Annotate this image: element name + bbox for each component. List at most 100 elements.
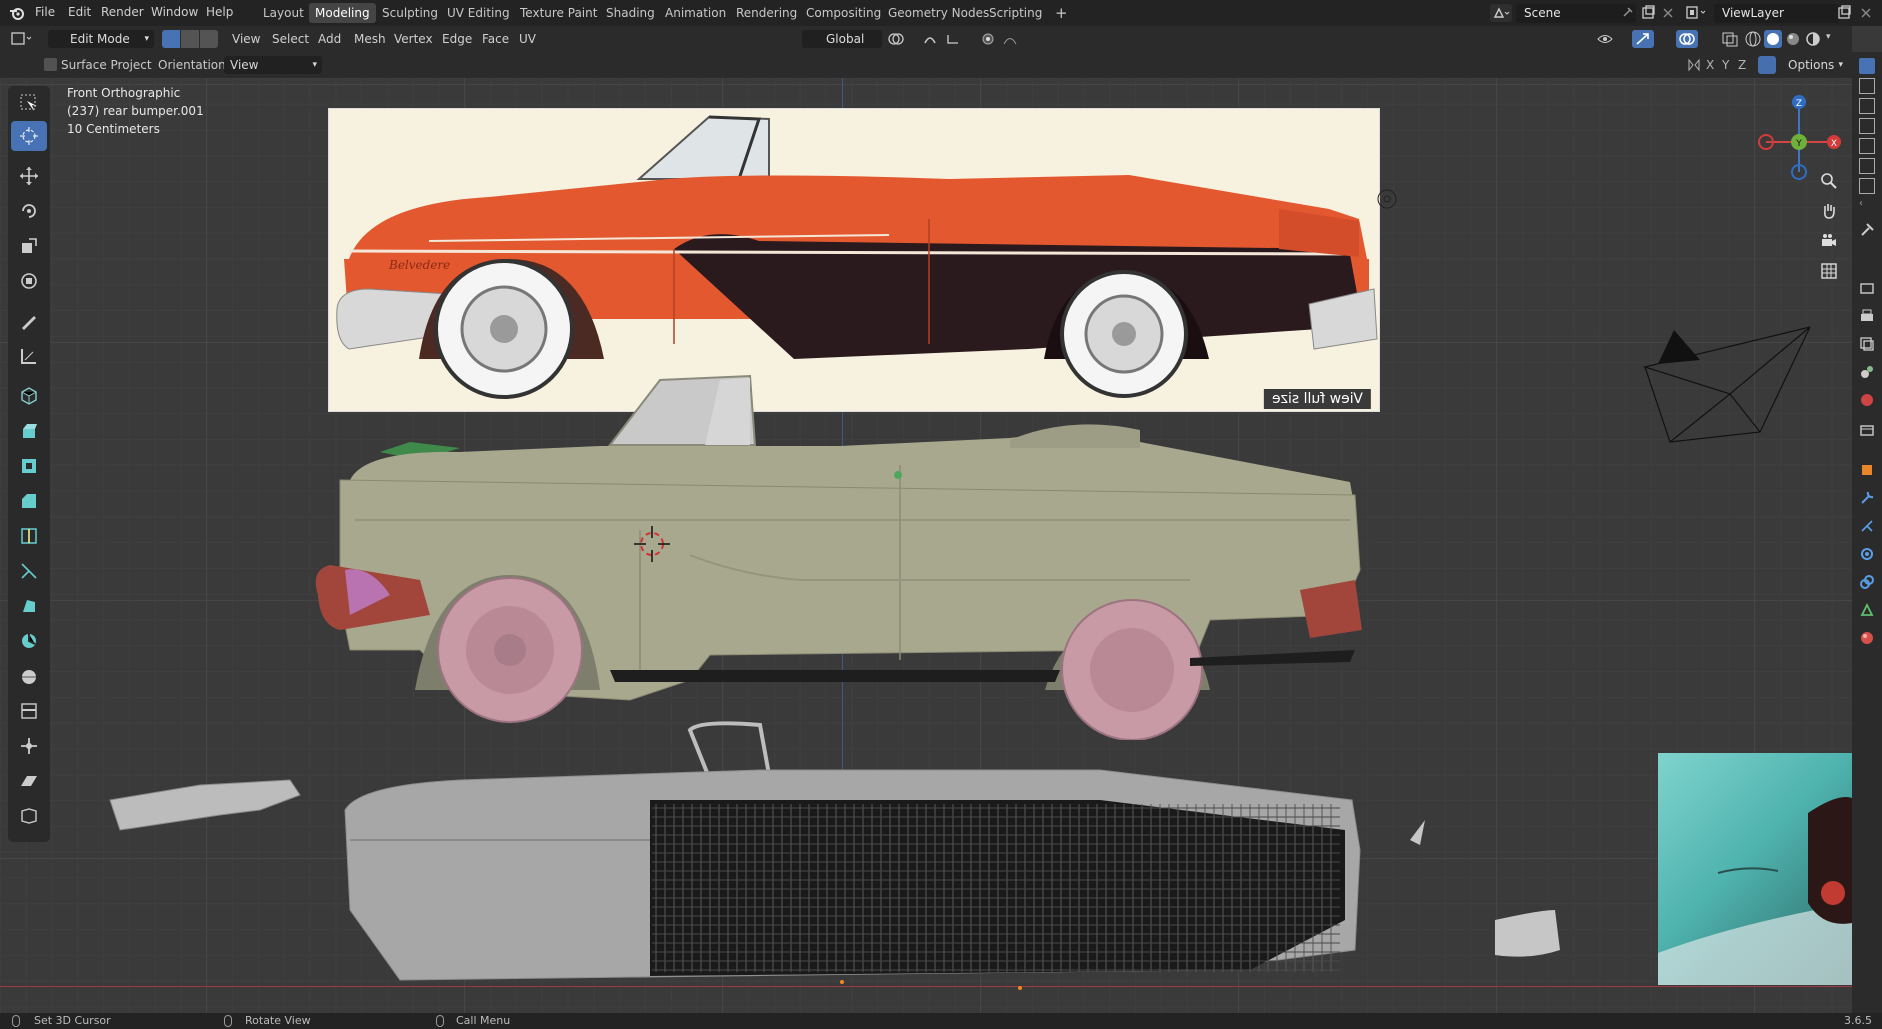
tab-geometry-nodes[interactable]: Geometry Nodes [882, 3, 995, 23]
new-scene-icon[interactable] [1640, 5, 1656, 21]
menu-view[interactable]: View [232, 30, 260, 48]
zoom-icon[interactable] [1818, 170, 1840, 192]
render-properties-icon[interactable] [1859, 280, 1875, 296]
select-box-tool[interactable] [11, 88, 47, 118]
gizmo-toggle-icon[interactable] [1632, 30, 1654, 48]
tab-modeling[interactable]: Modeling [309, 3, 376, 23]
menu-window[interactable]: Window [151, 5, 198, 19]
pin-icon[interactable] [1620, 6, 1634, 20]
pan-hand-icon[interactable] [1818, 200, 1840, 222]
orientation-dropdown[interactable]: View ▾ [224, 56, 322, 74]
physics-properties-icon[interactable] [1859, 546, 1875, 562]
pivot-point-icon[interactable] [886, 31, 916, 47]
proportional-editing-icon[interactable] [980, 31, 1030, 47]
inset-faces-tool[interactable] [11, 451, 47, 481]
extrude-tool[interactable] [11, 416, 47, 446]
render-layer-icon[interactable] [1859, 138, 1875, 154]
add-cube-tool[interactable] [11, 381, 47, 411]
xray-toggle-icon[interactable] [1720, 30, 1740, 48]
transform-orientation-dropdown[interactable]: Global [802, 30, 882, 48]
object-properties-icon[interactable] [1859, 462, 1875, 478]
scale-tool[interactable] [11, 231, 47, 261]
tab-sculpting[interactable]: Sculpting [376, 3, 444, 23]
render-layer-icon[interactable] [1859, 118, 1875, 134]
view-layer-field[interactable]: ViewLayer [1714, 4, 1840, 23]
mirror-z-button[interactable]: Z [1738, 56, 1746, 74]
poly-build-tool[interactable] [11, 591, 47, 621]
add-workspace-button[interactable]: + [1049, 3, 1074, 23]
3d-viewport[interactable]: Front Orthographic (237) rear bumper.001… [0, 52, 1852, 1013]
camera-object[interactable] [1640, 322, 1830, 452]
render-layer-icon[interactable] [1859, 98, 1875, 114]
particle-properties-icon[interactable] [1859, 518, 1875, 534]
scene-name-field[interactable]: Scene [1516, 4, 1636, 23]
camera-view-icon[interactable] [1818, 230, 1840, 252]
tab-texture-paint[interactable]: Texture Paint [514, 3, 603, 23]
tab-scripting[interactable]: Scripting [983, 3, 1048, 23]
view-layer-icon[interactable] [1684, 4, 1710, 22]
reference-image[interactable]: Belvedere View full size [328, 108, 1380, 412]
rotate-tool[interactable] [11, 196, 47, 226]
vertex-select-mode-button[interactable] [162, 30, 180, 48]
material-preview-icon[interactable] [1784, 30, 1802, 48]
edge-select-mode-button[interactable] [181, 30, 199, 48]
navigation-gizmo[interactable]: Z X Y [1756, 90, 1842, 180]
tab-shading[interactable]: Shading [600, 3, 661, 23]
new-view-layer-icon[interactable] [1836, 5, 1852, 21]
collection-properties-icon[interactable] [1859, 422, 1875, 438]
delete-scene-icon[interactable] [1660, 5, 1676, 21]
blender-logo-icon[interactable] [9, 5, 25, 21]
loop-cut-tool[interactable] [11, 521, 47, 551]
bevel-tool[interactable] [11, 486, 47, 516]
output-properties-icon[interactable] [1859, 308, 1875, 324]
menu-edit[interactable]: Edit [68, 5, 91, 19]
menu-select[interactable]: Select [272, 30, 309, 48]
modifier-properties-icon[interactable] [1859, 490, 1875, 506]
snap-icon[interactable] [922, 31, 982, 47]
shading-options-icon[interactable]: ▾ [1826, 32, 1840, 46]
shear-tool[interactable] [11, 766, 47, 796]
collapse-arrow-icon[interactable]: ‹ [1859, 198, 1875, 214]
edge-slide-tool[interactable] [11, 696, 47, 726]
constraint-properties-icon[interactable] [1859, 574, 1875, 590]
auto-merge-icon[interactable] [1758, 56, 1776, 74]
render-layer-icon[interactable] [1859, 158, 1875, 174]
mirror-icon[interactable] [1686, 57, 1702, 73]
menu-help[interactable]: Help [206, 5, 233, 19]
tab-rendering[interactable]: Rendering [730, 3, 803, 23]
tool-properties-icon[interactable] [1859, 58, 1875, 74]
tab-compositing[interactable]: Compositing [800, 3, 887, 23]
rip-region-tool[interactable] [11, 801, 47, 831]
tab-layout[interactable]: Layout [257, 3, 310, 23]
face-select-mode-button[interactable] [200, 30, 218, 48]
scene-selector-icon[interactable] [1490, 4, 1512, 22]
tab-uv-editing[interactable]: UV Editing [441, 3, 516, 23]
annotate-tool[interactable] [11, 306, 47, 336]
options-dropdown[interactable]: Options ▾ [1782, 56, 1846, 74]
render-layer-icon[interactable] [1859, 78, 1875, 94]
knife-tool[interactable] [11, 556, 47, 586]
mirror-x-button[interactable]: X [1706, 56, 1714, 74]
menu-file[interactable]: File [35, 5, 55, 19]
menu-edge[interactable]: Edge [442, 30, 472, 48]
menu-mesh[interactable]: Mesh [354, 30, 386, 48]
editor-type-icon[interactable] [10, 31, 36, 47]
shrink-fatten-tool[interactable] [11, 731, 47, 761]
surface-project-checkbox[interactable] [44, 58, 57, 71]
solid-shading-icon[interactable] [1764, 30, 1782, 48]
tool-tab-icon[interactable] [1859, 222, 1875, 238]
data-properties-icon[interactable] [1859, 602, 1875, 618]
smooth-tool[interactable] [11, 661, 47, 691]
cursor-tool[interactable] [11, 121, 47, 151]
teal-reference-photo[interactable] [1658, 753, 1852, 985]
move-tool[interactable] [11, 161, 47, 191]
spin-tool[interactable] [11, 626, 47, 656]
menu-face[interactable]: Face [482, 30, 509, 48]
world-properties-icon[interactable] [1859, 392, 1875, 408]
transform-tool[interactable] [11, 266, 47, 296]
measure-tool[interactable] [11, 341, 47, 371]
rendered-shading-icon[interactable] [1804, 30, 1822, 48]
mode-dropdown[interactable]: Edit Mode ▾ [48, 30, 154, 48]
render-layer-icon[interactable] [1859, 178, 1875, 194]
material-properties-icon[interactable] [1859, 630, 1875, 646]
